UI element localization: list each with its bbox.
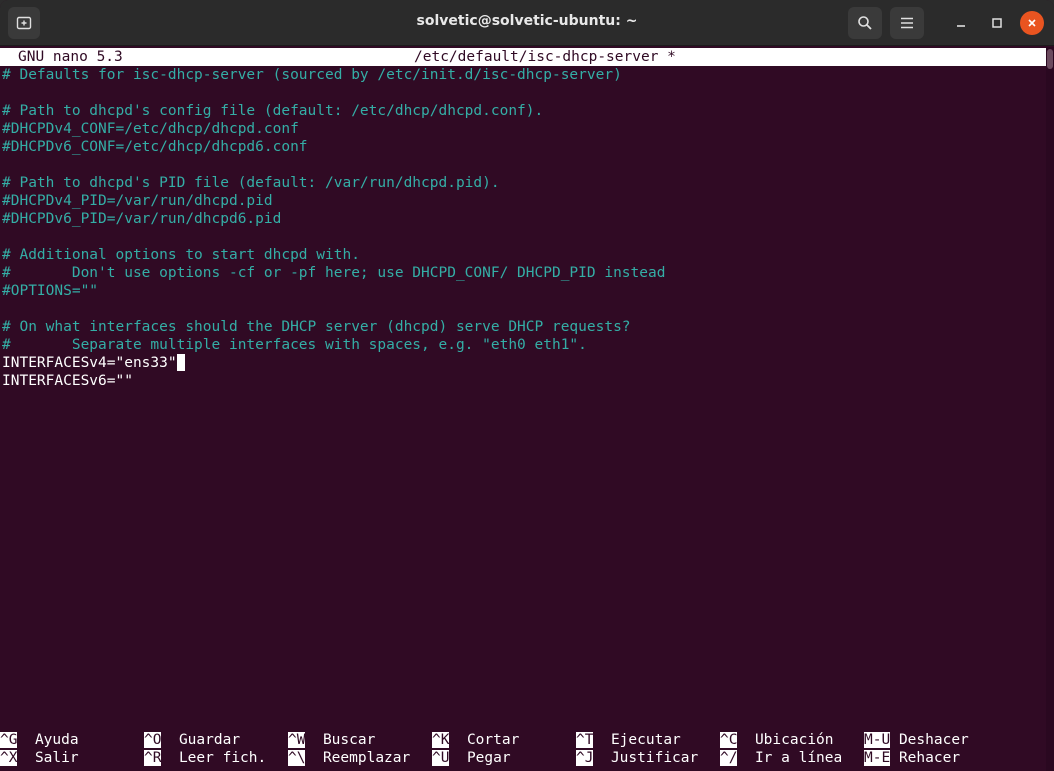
shortcut-label: Justificar — [610, 750, 699, 766]
minimize-button[interactable] — [944, 7, 978, 39]
shortcut-label: Reemplazar — [322, 750, 411, 766]
shortcut-key: ^C — [720, 732, 738, 748]
editor-line-text: INTERFACESv6="" — [2, 373, 133, 389]
editor-line: # Don't use options -cf or -pf here; use… — [2, 264, 1042, 282]
shortcut-key: ^W — [288, 732, 306, 748]
shortcut-item: ^G Ayuda — [0, 731, 79, 749]
editor-line: INTERFACESv6="" — [2, 372, 1042, 390]
editor-line: #DHCPDv4_CONF=/etc/dhcp/dhcpd.conf — [2, 120, 1042, 138]
editor-line-text: # Defaults for isc-dhcp-server (sourced … — [2, 67, 622, 83]
shortcut-key: ^X — [0, 750, 18, 766]
shortcut-item: ^K Cortar — [432, 731, 519, 749]
close-icon — [1028, 19, 1036, 27]
editor-line: INTERFACESv4="ens33" — [2, 354, 1042, 372]
shortcut-label: Deshacer — [898, 732, 969, 748]
hamburger-menu-icon — [901, 17, 913, 29]
shortcut-key: ^U — [432, 750, 450, 766]
nano-header-bar: GNU nano 5.3 /etc/default/isc-dhcp-serve… — [0, 48, 1046, 66]
editor-line-text: # Separate multiple interfaces with spac… — [2, 337, 587, 353]
terminal-area[interactable]: GNU nano 5.3 /etc/default/isc-dhcp-serve… — [0, 47, 1046, 771]
shortcut-label: Ejecutar — [610, 732, 681, 748]
shortcut-key: M-U — [864, 732, 891, 748]
editor-line: # Path to dhcpd's PID file (default: /va… — [2, 174, 1042, 192]
shortcut-item: ^O Guardar — [144, 731, 240, 749]
editor-line: # Additional options to start dhcpd with… — [2, 246, 1042, 264]
editor-line-text: # On what interfaces should the DHCP ser… — [2, 319, 631, 335]
editor-line-text: # Don't use options -cf or -pf here; use… — [2, 265, 666, 281]
nano-filename: /etc/default/isc-dhcp-server * — [414, 49, 676, 65]
editor-line-text: #DHCPDv4_CONF=/etc/dhcp/dhcpd.conf — [2, 121, 299, 137]
editor-line: #DHCPDv6_PID=/var/run/dhcpd6.pid — [2, 210, 1042, 228]
shortcut-item: ^/ Ir a línea — [720, 749, 842, 767]
search-button[interactable] — [848, 7, 882, 39]
shortcut-item: ^R Leer fich. — [144, 749, 266, 767]
editor-line-text: #OPTIONS="" — [2, 283, 99, 299]
shortcut-item: ^\ Reemplazar — [288, 749, 410, 767]
nano-version: GNU nano 5.3 — [18, 49, 123, 65]
shortcut-label: Ir a línea — [754, 750, 843, 766]
shortcut-item: ^T Ejecutar — [576, 731, 681, 749]
maximize-icon — [992, 18, 1002, 28]
editor-line: #DHCPDv4_PID=/var/run/dhcpd.pid — [2, 192, 1042, 210]
shortcut-key: ^/ — [720, 750, 738, 766]
shortcut-key: ^O — [144, 732, 162, 748]
scrollbar-thumb[interactable] — [1047, 49, 1053, 69]
editor-line: #OPTIONS="" — [2, 282, 1042, 300]
shortcut-label: Ubicación — [754, 732, 834, 748]
editor-line: #DHCPDv6_CONF=/etc/dhcp/dhcpd6.conf — [2, 138, 1042, 156]
shortcut-key: M-E — [864, 750, 891, 766]
maximize-button[interactable] — [980, 7, 1014, 39]
editor-line: # Defaults for isc-dhcp-server (sourced … — [2, 66, 1042, 84]
shortcut-key: ^J — [576, 750, 594, 766]
editor-line: # On what interfaces should the DHCP ser… — [2, 318, 1042, 336]
close-button[interactable] — [1020, 11, 1044, 35]
shortcut-item: ^J Justificar — [576, 749, 698, 767]
shortcut-item: M-E Rehacer — [864, 749, 960, 767]
editor-line-text: # Additional options to start dhcpd with… — [2, 247, 360, 263]
editor-line: # Separate multiple interfaces with spac… — [2, 336, 1042, 354]
menu-button[interactable] — [890, 7, 924, 39]
editor-line-text: #DHCPDv6_PID=/var/run/dhcpd6.pid — [2, 211, 282, 227]
scrollbar[interactable] — [1046, 47, 1054, 771]
editor-line-text: #DHCPDv6_CONF=/etc/dhcp/dhcpd6.conf — [2, 139, 308, 155]
shortcut-label: Cortar — [466, 732, 520, 748]
shortcut-key: ^G — [0, 732, 18, 748]
editor-line-text: # Path to dhcpd's PID file (default: /va… — [2, 175, 500, 191]
shortcut-key: ^K — [432, 732, 450, 748]
editor-line: # Path to dhcpd's config file (default: … — [2, 102, 1042, 120]
shortcut-label: Rehacer — [898, 750, 961, 766]
shortcut-key: ^R — [144, 750, 162, 766]
shortcut-label: Pegar — [466, 750, 511, 766]
text-cursor — [176, 354, 185, 371]
shortcut-key: ^T — [576, 732, 594, 748]
search-icon — [858, 16, 872, 30]
shortcut-bar: ^G Ayuda ^O Guardar ^W Buscar ^K Cortar ^T E… — [0, 731, 1046, 767]
title-bar[interactable]: solvetic@solvetic-ubuntu: ~ — [0, 0, 1054, 46]
shortcut-item: ^C Ubicación — [720, 731, 834, 749]
shortcut-item: ^U Pegar — [432, 749, 511, 767]
shortcut-label: Buscar — [322, 732, 376, 748]
minimize-icon — [957, 25, 965, 27]
editor-line-text: #DHCPDv4_PID=/var/run/dhcpd.pid — [2, 193, 273, 209]
shortcut-label: Leer fich. — [178, 750, 267, 766]
shortcut-key: ^\ — [288, 750, 306, 766]
shortcut-label: Guardar — [178, 732, 241, 748]
editor-line-text: # Path to dhcpd's config file (default: … — [2, 103, 544, 119]
shortcut-item: ^X Salir — [0, 749, 79, 767]
editor-buffer[interactable]: # Defaults for isc-dhcp-server (sourced … — [2, 66, 1042, 390]
shortcut-label: Ayuda — [34, 732, 79, 748]
shortcut-item: ^W Buscar — [288, 731, 375, 749]
terminal-window: solvetic@solvetic-ubuntu: ~ GNU nano 5.3… — [0, 0, 1054, 771]
shortcut-label: Salir — [34, 750, 79, 766]
shortcut-item: M-U Deshacer — [864, 731, 969, 749]
editor-line-text: INTERFACESv4="ens33" — [2, 355, 177, 371]
